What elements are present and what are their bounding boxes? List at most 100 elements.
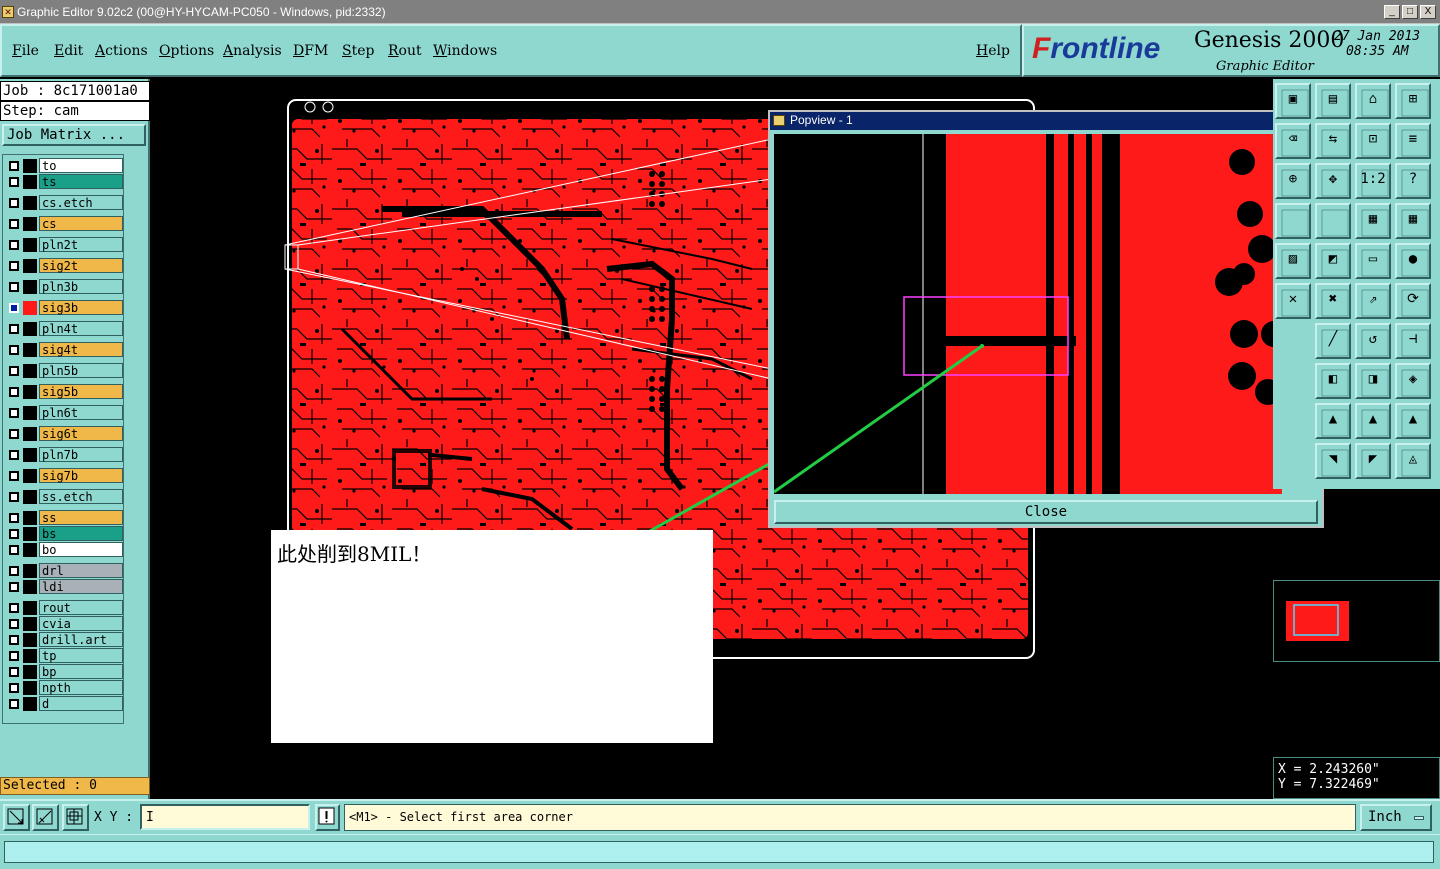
step-up-icon[interactable]: ▣ (1275, 83, 1311, 119)
maximize-button[interactable]: □ (1402, 5, 1418, 19)
layer-checkbox[interactable] (9, 471, 19, 481)
layer-row-pln3b[interactable]: pln3b (5, 279, 123, 294)
layer-row-pln5b[interactable]: pln5b (5, 363, 123, 378)
net-icon[interactable]: ◬ (1395, 443, 1431, 479)
layer-row-ts[interactable]: ts (5, 174, 123, 189)
layer-name[interactable]: rout (39, 600, 123, 615)
layer-name[interactable]: pln3b (39, 279, 123, 294)
line-icon[interactable]: ╱ (1315, 323, 1351, 359)
layer-row-pln2t[interactable]: pln2t (5, 237, 123, 252)
layer-name[interactable]: ss (39, 510, 123, 525)
rotate-icon[interactable]: ↺ (1355, 323, 1391, 359)
grid-icon[interactable]: ⊕ (1275, 163, 1311, 199)
layer-name[interactable]: tp (39, 648, 123, 663)
layer-name[interactable]: cvia (39, 616, 123, 631)
feature-a-icon[interactable]: ▦ (1355, 203, 1391, 239)
layer-checkbox[interactable] (9, 345, 19, 355)
layer-row-ss[interactable]: ss (5, 510, 123, 525)
layer-name[interactable]: pln6t (39, 405, 123, 420)
xy-icon[interactable]: ⊞ (1395, 83, 1431, 119)
layer-name[interactable]: npth (39, 680, 123, 695)
layer-name[interactable]: ts (39, 174, 123, 189)
blank-icon[interactable] (1275, 203, 1311, 239)
unit-selector[interactable]: Inch (1360, 804, 1432, 831)
polygon-icon[interactable]: ▲ (1355, 403, 1391, 439)
pad-icon[interactable]: ● (1395, 243, 1431, 279)
layer-row-to[interactable]: to (5, 158, 123, 173)
layer-name[interactable]: cs (39, 216, 123, 231)
xy-input[interactable] (140, 804, 310, 830)
layer-row-ss-etch[interactable]: ss.etch (5, 489, 123, 504)
layer-name[interactable]: pln5b (39, 363, 123, 378)
grid-icon[interactable] (62, 804, 89, 831)
layer-row-npth[interactable]: npth (5, 680, 123, 695)
job-matrix-button[interactable]: Job Matrix ... (2, 124, 146, 146)
layer-checkbox[interactable] (9, 492, 19, 502)
layer-row-rout[interactable]: rout (5, 600, 123, 615)
layer-checkbox[interactable] (9, 219, 19, 229)
layer-name[interactable]: d (39, 696, 123, 711)
layer-name[interactable]: ldi (39, 579, 123, 594)
layer-name[interactable]: sig6t (39, 426, 123, 441)
arc-icon[interactable]: ⟳ (1395, 283, 1431, 319)
layer-checkbox[interactable] (9, 429, 19, 439)
layer-checkbox[interactable] (9, 240, 19, 250)
close-window-button[interactable]: X (1420, 5, 1436, 19)
layer-row-sig2t[interactable]: sig2t (5, 258, 123, 273)
clear-icon[interactable]: ⌫ (1275, 123, 1311, 159)
layer-row-bs[interactable]: bs (5, 526, 123, 541)
overview-map[interactable] (1273, 580, 1440, 662)
layer-checkbox[interactable] (9, 699, 19, 709)
layer-checkbox[interactable] (9, 161, 19, 171)
layer-row-drl[interactable]: drl (5, 563, 123, 578)
menu-edit[interactable]: Edit (54, 43, 83, 59)
fit-icon[interactable]: ⊡ (1355, 123, 1391, 159)
move-icon[interactable]: ⇆ (1315, 123, 1351, 159)
menu-file[interactable]: File (12, 43, 39, 59)
snap-icon[interactable]: ⇗ (1355, 283, 1391, 319)
layer-name[interactable]: pln4t (39, 321, 123, 336)
layer-row-pln4t[interactable]: pln4t (5, 321, 123, 336)
layer-name[interactable]: bs (39, 526, 123, 541)
layer-name[interactable]: sig7b (39, 468, 123, 483)
layer-checkbox[interactable] (9, 635, 19, 645)
layer-row-d[interactable]: d (5, 696, 123, 711)
layer-checkbox[interactable] (9, 582, 19, 592)
layer-row-cs[interactable]: cs (5, 216, 123, 231)
layer-row-sig4t[interactable]: sig4t (5, 342, 123, 357)
layer-checkbox[interactable] (9, 408, 19, 418)
menu-step[interactable]: Step (342, 43, 374, 59)
layer-row-pln6t[interactable]: pln6t (5, 405, 123, 420)
feature-b-icon[interactable]: ▦ (1395, 203, 1431, 239)
layer-checkbox[interactable] (9, 651, 19, 661)
layer-name[interactable]: pln7b (39, 447, 123, 462)
menu-rout[interactable]: Rout (388, 43, 422, 59)
delete-icon[interactable]: ✕ (1275, 283, 1311, 319)
home-icon[interactable]: ⌂ (1355, 83, 1391, 119)
layer-row-bp[interactable]: bp (5, 664, 123, 679)
layer-checkbox[interactable] (9, 261, 19, 271)
layer-name[interactable]: cs.etch (39, 195, 123, 210)
layer-row-cs-etch[interactable]: cs.etch (5, 195, 123, 210)
layer-name[interactable]: drill.art (39, 632, 123, 647)
measure-icon[interactable] (32, 804, 59, 831)
popview-close-button[interactable]: Close (774, 500, 1318, 524)
layer-checkbox[interactable] (9, 198, 19, 208)
layer-row-cvia[interactable]: cvia (5, 616, 123, 631)
arc-tool-icon[interactable]: ▲ (1315, 403, 1351, 439)
layer-row-ldi[interactable]: ldi (5, 579, 123, 594)
mirror-icon[interactable]: ⊣ (1395, 323, 1431, 359)
layer-name[interactable]: sig2t (39, 258, 123, 273)
layer-checkbox[interactable] (9, 177, 19, 187)
layer-checkbox[interactable] (9, 324, 19, 334)
ruler-icon[interactable]: ▭ (1355, 243, 1391, 279)
layer-checkbox[interactable] (9, 387, 19, 397)
help-icon[interactable]: ? (1395, 163, 1431, 199)
layer-row-sig7b[interactable]: sig7b (5, 468, 123, 483)
layer-checkbox[interactable] (9, 603, 19, 613)
arrow-icon[interactable]: ◧ (1315, 363, 1351, 399)
menu-windows[interactable]: Windows (433, 43, 497, 59)
zoom-area-icon[interactable] (3, 804, 30, 831)
scale-icon[interactable]: ≡ (1395, 123, 1431, 159)
minimize-button[interactable]: _ (1384, 5, 1400, 19)
